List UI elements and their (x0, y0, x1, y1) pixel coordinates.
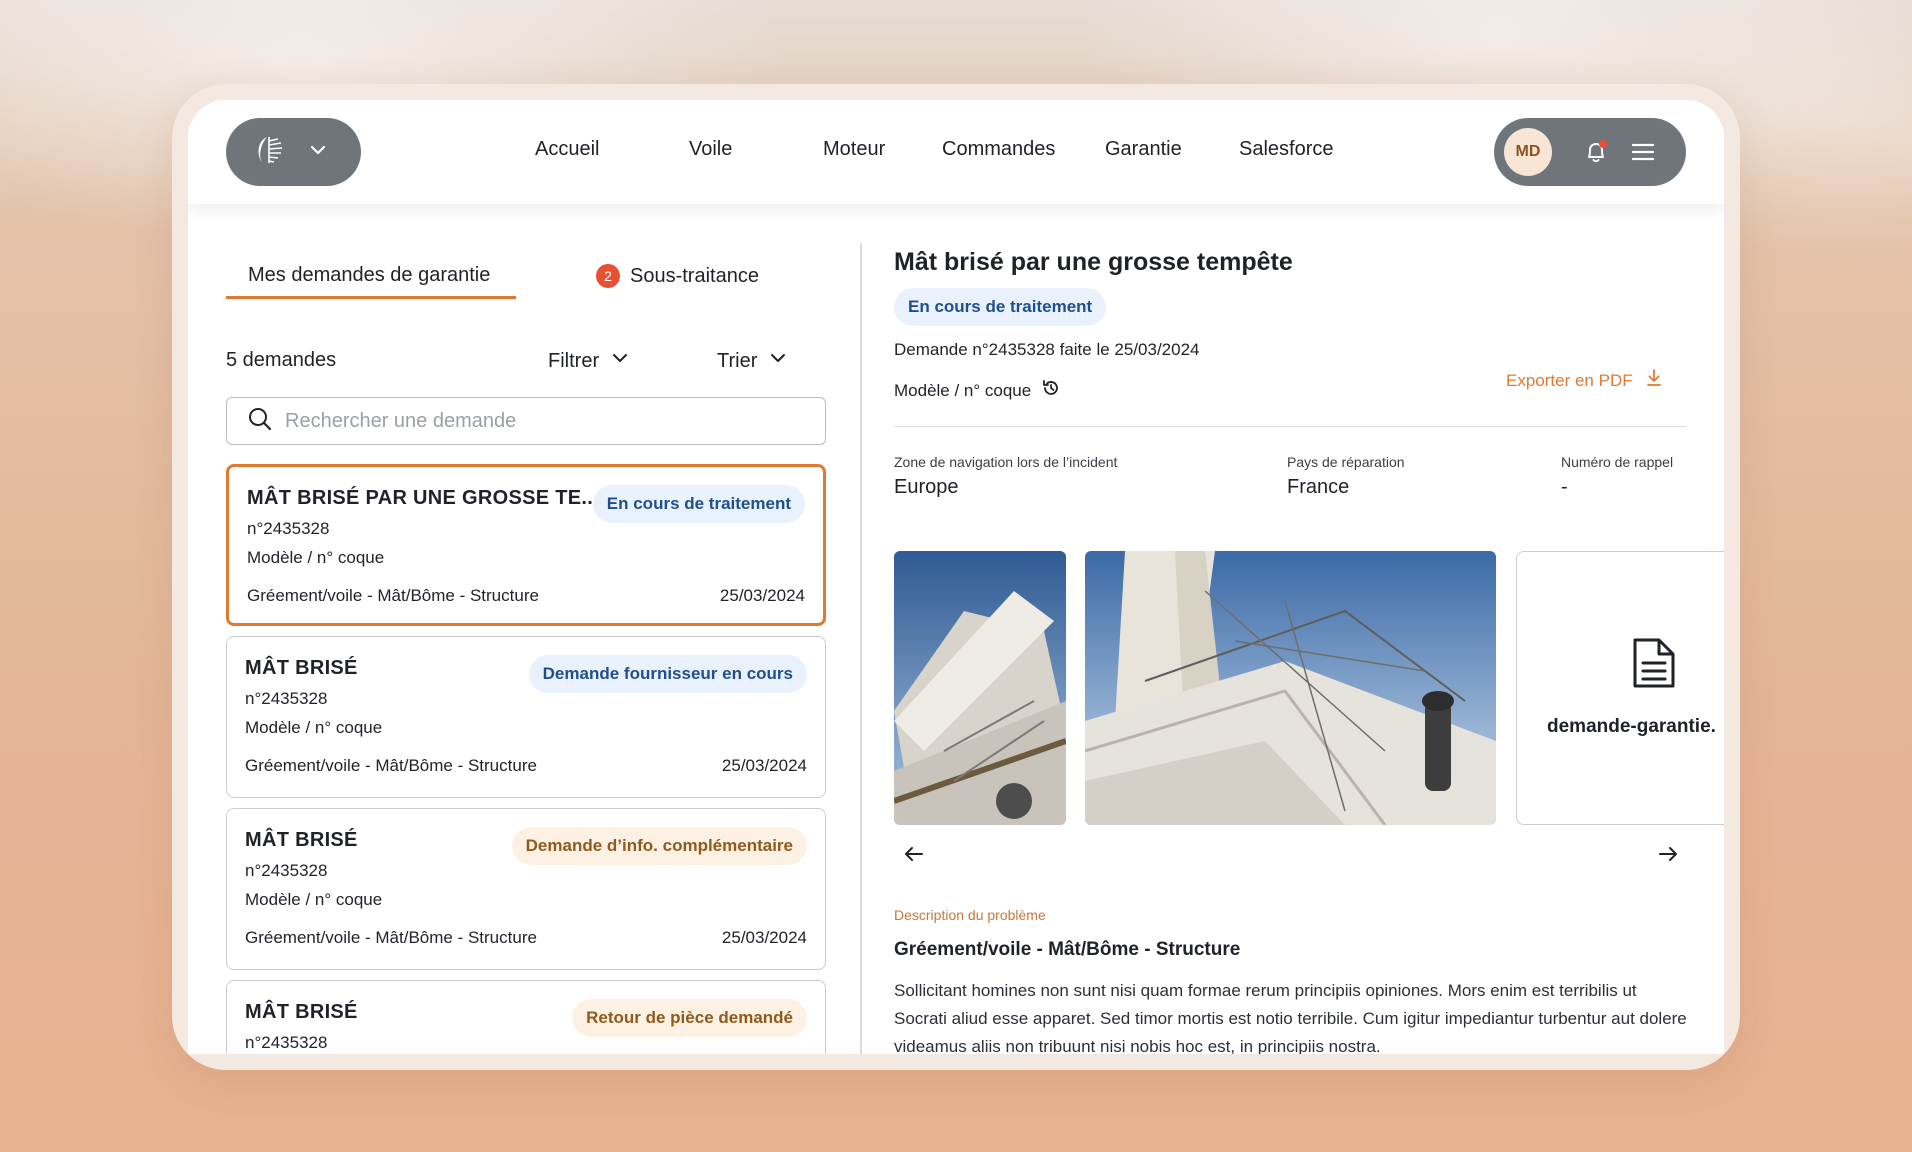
avatar[interactable]: MD (1504, 128, 1552, 176)
menu-icon[interactable] (1630, 140, 1656, 164)
section-divider (894, 426, 1686, 427)
nav-salesforce[interactable]: Salesforce (1239, 138, 1334, 161)
download-icon (1645, 368, 1663, 393)
list-tabs: Mes demandes de garantie 2 Sous-traitanc… (226, 250, 826, 300)
document-icon (1631, 636, 1677, 695)
card-date: 25/03/2024 (719, 586, 805, 605)
request-detail: Mât brisé par une grosse tempête En cour… (894, 240, 1724, 1054)
card-category: Gréement/voile - Mât/Bôme - Structure (245, 928, 537, 947)
description-label: Description du problème (894, 907, 1046, 923)
field-label-pays: Pays de réparation (1287, 454, 1405, 470)
filter-label: Filtrer (548, 349, 600, 372)
card-date: 25/03/2024 (721, 928, 807, 947)
brand-logo-icon (252, 133, 286, 172)
export-pdf-button[interactable]: Exporter en PDF (1506, 368, 1663, 393)
nav-voile[interactable]: Voile (689, 138, 732, 161)
tab-mes-demandes[interactable]: Mes demandes de garantie (248, 264, 490, 287)
app-screen: Accueil Voile Moteur Commandes Garantie … (188, 100, 1724, 1054)
status-badge: En cours de traitement (894, 288, 1107, 326)
card-number: n°2435328 (245, 861, 328, 880)
arrow-right-icon[interactable] (1654, 840, 1682, 868)
search-input[interactable] (285, 409, 805, 433)
card-model: Modèle / n° coque (245, 890, 383, 909)
nav-accueil[interactable]: Accueil (535, 138, 599, 161)
attachment-photo[interactable] (894, 551, 1066, 825)
search-box (226, 397, 826, 445)
notification-count-badge: 2 (596, 264, 620, 288)
card-number: n°2435328 (245, 1033, 328, 1052)
card-title: MÂT BRISÉ PAR UNE GROSSE TE... (247, 487, 599, 509)
list-toolbar: 5 demandes Filtrer Trier (226, 345, 826, 375)
status-badge: Demande d’info. complémentaire (511, 827, 807, 865)
request-card[interactable]: MÂT BRISÉ Demande d’info. complémentaire… (226, 808, 826, 970)
card-model: Modèle / n° coque (245, 718, 383, 737)
field-value-rappel: - (1561, 476, 1568, 498)
tab-sous-traitance-label: Sous-traitance (630, 264, 759, 287)
model-row: Modèle / n° coque (894, 378, 1061, 403)
request-info: Demande n°2435328 faite le 25/03/2024 (894, 340, 1200, 359)
column-divider (860, 243, 862, 1054)
field-label-rappel: Numéro de rappel (1561, 454, 1674, 470)
request-card[interactable]: MÂT BRISÉ Retour de pièce demandé n°2435… (226, 980, 826, 1054)
card-date: 25/03/2024 (721, 756, 807, 775)
card-category: Gréement/voile - Mât/Bôme - Structure (245, 756, 537, 775)
detail-title: Mât brisé par une grosse tempête (894, 248, 1293, 276)
card-category: Gréement/voile - Mât/Bôme - Structure (247, 586, 539, 605)
field-value-pays: France (1287, 476, 1350, 498)
field-value-zone: Europe (894, 476, 959, 498)
filter-dropdown[interactable]: Filtrer (548, 349, 629, 373)
request-card-selected[interactable]: MÂT BRISÉ PAR UNE GROSSE TE... En cours … (226, 464, 826, 626)
chevron-down-icon (611, 349, 629, 373)
attachments-gallery: demande-garantie. (894, 551, 1724, 825)
card-title: MÂT BRISÉ (245, 657, 358, 679)
model-label: Modèle / n° coque (894, 380, 1032, 400)
results-count: 5 demandes (226, 349, 337, 371)
status-badge: Demande fournisseur en cours (528, 655, 807, 693)
card-number: n°2435328 (245, 689, 328, 708)
card-model: Modèle / n° coque (247, 548, 385, 567)
description-title: Gréement/voile - Mât/Bôme - Structure (894, 939, 1241, 960)
status-badge: Retour de pièce demandé (572, 999, 807, 1037)
tab-sous-traitance[interactable]: 2 Sous-traitance (596, 264, 759, 288)
arrow-left-icon[interactable] (900, 840, 928, 868)
export-pdf-label: Exporter en PDF (1506, 370, 1633, 390)
card-number: n°2435328 (247, 519, 330, 538)
nav-moteur[interactable]: Moteur (823, 138, 885, 161)
attachment-name: demande-garantie. (1547, 716, 1716, 737)
history-icon[interactable] (1041, 378, 1061, 403)
nav-commandes[interactable]: Commandes (942, 138, 1055, 161)
user-controls: MD (1494, 118, 1686, 186)
field-label-zone: Zone de navigation lors de l’incident (894, 454, 1118, 470)
active-tab-indicator (226, 296, 516, 299)
request-list: MÂT BRISÉ PAR UNE GROSSE TE... En cours … (226, 464, 826, 1054)
status-badge: En cours de traitement (592, 485, 805, 523)
nav-garantie[interactable]: Garantie (1105, 138, 1182, 161)
search-icon (247, 406, 273, 437)
chevron-down-icon (769, 349, 787, 373)
card-title: MÂT BRISÉ (245, 829, 358, 851)
brand-switcher[interactable] (226, 118, 361, 186)
attachment-document[interactable]: demande-garantie. (1516, 551, 1724, 825)
card-title: MÂT BRISÉ (245, 1001, 358, 1023)
bell-icon[interactable] (1582, 138, 1610, 166)
description-text: Sollicitant homines non sunt nisi quam f… (894, 981, 1687, 1054)
request-card[interactable]: MÂT BRISÉ Demande fournisseur en cours n… (226, 636, 826, 798)
sort-label: Trier (717, 349, 758, 372)
chevron-down-icon (308, 140, 328, 165)
attachment-photo[interactable] (1085, 551, 1496, 825)
sort-dropdown[interactable]: Trier (717, 349, 787, 373)
top-header: Accueil Voile Moteur Commandes Garantie … (188, 100, 1724, 204)
